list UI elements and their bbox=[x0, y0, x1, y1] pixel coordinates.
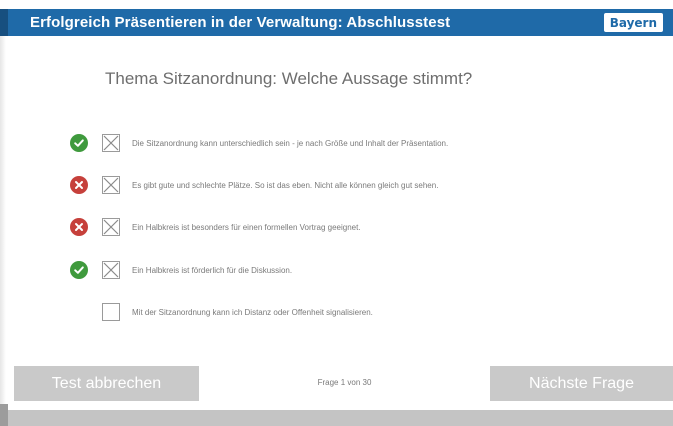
status-placeholder bbox=[70, 303, 88, 321]
answer-text: Ein Halbkreis ist förderlich für die Dis… bbox=[132, 265, 293, 275]
next-question-button[interactable]: Nächste Frage bbox=[490, 366, 673, 401]
question-text: Thema Sitzanordnung: Welche Aussage stim… bbox=[105, 69, 473, 88]
cancel-test-button[interactable]: Test abbrechen bbox=[14, 366, 199, 401]
answer-option[interactable]: Es gibt gute und schlechte Plätze. So is… bbox=[70, 175, 438, 195]
page-fold-left bbox=[0, 36, 6, 408]
x-circle-icon bbox=[70, 176, 88, 194]
bottom-bar bbox=[8, 410, 673, 426]
checkbox-cross-icon bbox=[103, 135, 119, 151]
answer-option[interactable]: Die Sitzanordnung kann unterschiedlich s… bbox=[70, 133, 448, 153]
x-circle-icon bbox=[70, 218, 88, 236]
quiz-page: Erfolgreich Präsentieren in der Verwaltu… bbox=[0, 0, 673, 426]
check-circle-icon bbox=[70, 134, 88, 152]
bayern-logo: Bayern bbox=[603, 13, 663, 32]
answer-option[interactable]: Ein Halbkreis ist besonders für einen fo… bbox=[70, 217, 361, 237]
checkbox-cross-icon bbox=[103, 262, 119, 278]
bayern-logo-text: Bayern bbox=[609, 15, 657, 30]
answer-checkbox[interactable] bbox=[102, 218, 120, 236]
checkbox-cross-icon bbox=[103, 177, 119, 193]
answer-checkbox[interactable] bbox=[102, 303, 120, 321]
header-fold bbox=[0, 9, 8, 36]
answer-checkbox[interactable] bbox=[102, 176, 120, 194]
checkbox-cross-icon bbox=[103, 219, 119, 235]
answer-text: Die Sitzanordnung kann unterschiedlich s… bbox=[132, 138, 449, 148]
answer-option[interactable]: Ein Halbkreis ist förderlich für die Dis… bbox=[70, 260, 292, 280]
page-title: Erfolgreich Präsentieren in der Verwaltu… bbox=[30, 14, 451, 31]
check-circle-icon bbox=[70, 261, 88, 279]
answer-checkbox[interactable] bbox=[102, 134, 120, 152]
bottom-fold bbox=[0, 404, 8, 426]
header-bar: Erfolgreich Präsentieren in der Verwaltu… bbox=[8, 9, 673, 36]
answer-option[interactable]: Mit der Sitzanordnung kann ich Distanz o… bbox=[70, 302, 373, 322]
answer-text: Es gibt gute und schlechte Plätze. So is… bbox=[132, 180, 439, 190]
answer-text: Ein Halbkreis ist besonders für einen fo… bbox=[132, 222, 361, 232]
page-indicator: Frage 1 von 30 bbox=[317, 378, 372, 387]
answer-checkbox[interactable] bbox=[102, 261, 120, 279]
answer-text: Mit der Sitzanordnung kann ich Distanz o… bbox=[132, 307, 373, 317]
